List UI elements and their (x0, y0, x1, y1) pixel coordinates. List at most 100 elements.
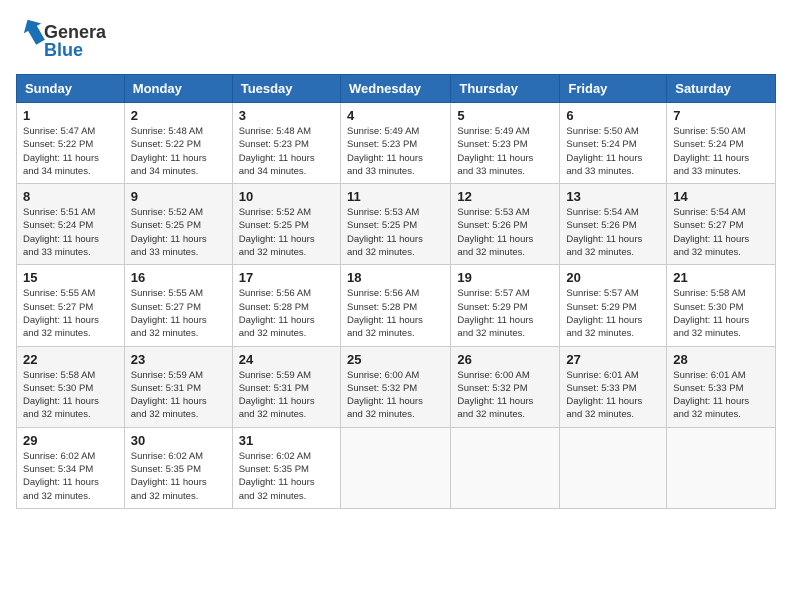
calendar-cell (560, 427, 667, 508)
day-detail: Sunrise: 5:52 AM Sunset: 5:25 PM Dayligh… (239, 206, 334, 259)
svg-text:General: General (44, 22, 106, 42)
calendar-week-5: 29 Sunrise: 6:02 AM Sunset: 5:34 PM Dayli… (17, 427, 776, 508)
day-detail: Sunrise: 5:57 AM Sunset: 5:29 PM Dayligh… (457, 287, 553, 340)
calendar-cell: 23 Sunrise: 5:59 AM Sunset: 5:31 PM Dayli… (124, 346, 232, 427)
day-detail: Sunrise: 5:50 AM Sunset: 5:24 PM Dayligh… (566, 125, 660, 178)
page-header: GeneralBlue (16, 16, 776, 62)
day-number: 29 (23, 433, 118, 448)
day-detail: Sunrise: 5:58 AM Sunset: 5:30 PM Dayligh… (673, 287, 769, 340)
calendar-week-3: 15 Sunrise: 5:55 AM Sunset: 5:27 PM Dayli… (17, 265, 776, 346)
calendar-cell: 16Sunrise: 5:55 AM Sunset: 5:27 PM Dayli… (124, 265, 232, 346)
column-header-monday: Monday (124, 75, 232, 103)
day-detail: Sunrise: 5:49 AM Sunset: 5:23 PM Dayligh… (347, 125, 444, 178)
calendar-cell: 10 Sunrise: 5:52 AM Sunset: 5:25 PM Dayli… (232, 184, 340, 265)
calendar-cell: 26 Sunrise: 6:00 AM Sunset: 5:32 PM Dayli… (451, 346, 560, 427)
calendar-table: SundayMondayTuesdayWednesdayThursdayFrid… (16, 74, 776, 509)
day-detail: Sunrise: 5:58 AM Sunset: 5:30 PM Dayligh… (23, 369, 118, 422)
calendar-cell: 7 Sunrise: 5:50 AM Sunset: 5:24 PM Daylig… (667, 103, 776, 184)
day-detail: Sunrise: 5:49 AM Sunset: 5:23 PM Dayligh… (457, 125, 553, 178)
day-number: 23 (131, 352, 226, 367)
calendar-cell: 2 Sunrise: 5:48 AM Sunset: 5:22 PM Daylig… (124, 103, 232, 184)
calendar-cell: 27 Sunrise: 6:01 AM Sunset: 5:33 PM Dayli… (560, 346, 667, 427)
day-detail: Sunrise: 6:01 AM Sunset: 5:33 PM Dayligh… (566, 369, 660, 422)
day-number: 30 (131, 433, 226, 448)
day-detail: Sunrise: 6:00 AM Sunset: 5:32 PM Dayligh… (457, 369, 553, 422)
column-header-tuesday: Tuesday (232, 75, 340, 103)
column-header-sunday: Sunday (17, 75, 125, 103)
day-number: 2 (131, 108, 226, 123)
day-number: 6 (566, 108, 660, 123)
column-header-thursday: Thursday (451, 75, 560, 103)
day-number: 18 (347, 270, 444, 285)
day-number: 1 (23, 108, 118, 123)
day-number: 26 (457, 352, 553, 367)
day-detail: Sunrise: 5:56 AM Sunset: 5:28 PM Dayligh… (347, 287, 444, 340)
calendar-cell: 21 Sunrise: 5:58 AM Sunset: 5:30 PM Dayli… (667, 265, 776, 346)
day-detail: Sunrise: 5:55 AM Sunset: 5:27 PM Dayligh… (23, 287, 118, 340)
day-detail: Sunrise: 5:47 AM Sunset: 5:22 PM Dayligh… (23, 125, 118, 178)
calendar-cell: 22 Sunrise: 5:58 AM Sunset: 5:30 PM Dayli… (17, 346, 125, 427)
day-number: 15 (23, 270, 118, 285)
column-header-saturday: Saturday (667, 75, 776, 103)
calendar-cell: 4 Sunrise: 5:49 AM Sunset: 5:23 PM Daylig… (340, 103, 450, 184)
day-number: 5 (457, 108, 553, 123)
day-detail: Sunrise: 5:54 AM Sunset: 5:26 PM Dayligh… (566, 206, 660, 259)
calendar-cell: 28 Sunrise: 6:01 AM Sunset: 5:33 PM Dayli… (667, 346, 776, 427)
calendar-cell: 17 Sunrise: 5:56 AM Sunset: 5:28 PM Dayli… (232, 265, 340, 346)
day-number: 10 (239, 189, 334, 204)
day-number: 25 (347, 352, 444, 367)
day-number: 16 (131, 270, 226, 285)
calendar-cell (667, 427, 776, 508)
column-header-friday: Friday (560, 75, 667, 103)
day-detail: Sunrise: 6:02 AM Sunset: 5:35 PM Dayligh… (239, 450, 334, 503)
day-number: 3 (239, 108, 334, 123)
day-number: 21 (673, 270, 769, 285)
calendar-week-1: 1 Sunrise: 5:47 AM Sunset: 5:22 PM Daylig… (17, 103, 776, 184)
day-detail: Sunrise: 5:54 AM Sunset: 5:27 PM Dayligh… (673, 206, 769, 259)
calendar-cell: 19Sunrise: 5:57 AM Sunset: 5:29 PM Dayli… (451, 265, 560, 346)
day-detail: Sunrise: 5:53 AM Sunset: 5:25 PM Dayligh… (347, 206, 444, 259)
calendar-week-4: 22 Sunrise: 5:58 AM Sunset: 5:30 PM Dayli… (17, 346, 776, 427)
day-detail: Sunrise: 5:50 AM Sunset: 5:24 PM Dayligh… (673, 125, 769, 178)
calendar-cell: 14 Sunrise: 5:54 AM Sunset: 5:27 PM Dayli… (667, 184, 776, 265)
column-header-wednesday: Wednesday (340, 75, 450, 103)
day-detail: Sunrise: 6:01 AM Sunset: 5:33 PM Dayligh… (673, 369, 769, 422)
day-detail: Sunrise: 5:51 AM Sunset: 5:24 PM Dayligh… (23, 206, 118, 259)
day-number: 13 (566, 189, 660, 204)
day-number: 27 (566, 352, 660, 367)
day-number: 14 (673, 189, 769, 204)
day-number: 22 (23, 352, 118, 367)
day-number: 17 (239, 270, 334, 285)
calendar-cell: 3 Sunrise: 5:48 AM Sunset: 5:23 PM Daylig… (232, 103, 340, 184)
calendar-cell: 29 Sunrise: 6:02 AM Sunset: 5:34 PM Dayli… (17, 427, 125, 508)
calendar-cell: 8 Sunrise: 5:51 AM Sunset: 5:24 PM Daylig… (17, 184, 125, 265)
day-number: 24 (239, 352, 334, 367)
calendar-cell (451, 427, 560, 508)
day-detail: Sunrise: 5:52 AM Sunset: 5:25 PM Dayligh… (131, 206, 226, 259)
day-number: 28 (673, 352, 769, 367)
day-number: 8 (23, 189, 118, 204)
calendar-cell: 24Sunrise: 5:59 AM Sunset: 5:31 PM Dayli… (232, 346, 340, 427)
calendar-cell: 1 Sunrise: 5:47 AM Sunset: 5:22 PM Daylig… (17, 103, 125, 184)
calendar-cell: 11Sunrise: 5:53 AM Sunset: 5:25 PM Dayli… (340, 184, 450, 265)
calendar-cell: 6 Sunrise: 5:50 AM Sunset: 5:24 PM Daylig… (560, 103, 667, 184)
day-detail: Sunrise: 6:02 AM Sunset: 5:34 PM Dayligh… (23, 450, 118, 503)
day-number: 7 (673, 108, 769, 123)
calendar-cell: 25 Sunrise: 6:00 AM Sunset: 5:32 PM Dayli… (340, 346, 450, 427)
day-detail: Sunrise: 6:00 AM Sunset: 5:32 PM Dayligh… (347, 369, 444, 422)
day-detail: Sunrise: 5:59 AM Sunset: 5:31 PM Dayligh… (131, 369, 226, 422)
calendar-cell: 5 Sunrise: 5:49 AM Sunset: 5:23 PM Daylig… (451, 103, 560, 184)
calendar-week-2: 8 Sunrise: 5:51 AM Sunset: 5:24 PM Daylig… (17, 184, 776, 265)
calendar-cell: 30Sunrise: 6:02 AM Sunset: 5:35 PM Dayli… (124, 427, 232, 508)
calendar-cell: 31Sunrise: 6:02 AM Sunset: 5:35 PM Dayli… (232, 427, 340, 508)
day-detail: Sunrise: 5:53 AM Sunset: 5:26 PM Dayligh… (457, 206, 553, 259)
day-number: 4 (347, 108, 444, 123)
calendar-cell: 18 Sunrise: 5:56 AM Sunset: 5:28 PM Dayli… (340, 265, 450, 346)
day-number: 12 (457, 189, 553, 204)
logo: GeneralBlue (16, 16, 106, 62)
day-number: 9 (131, 189, 226, 204)
day-detail: Sunrise: 5:56 AM Sunset: 5:28 PM Dayligh… (239, 287, 334, 340)
day-detail: Sunrise: 5:48 AM Sunset: 5:22 PM Dayligh… (131, 125, 226, 178)
logo-svg: GeneralBlue (16, 16, 106, 62)
day-detail: Sunrise: 5:48 AM Sunset: 5:23 PM Dayligh… (239, 125, 334, 178)
